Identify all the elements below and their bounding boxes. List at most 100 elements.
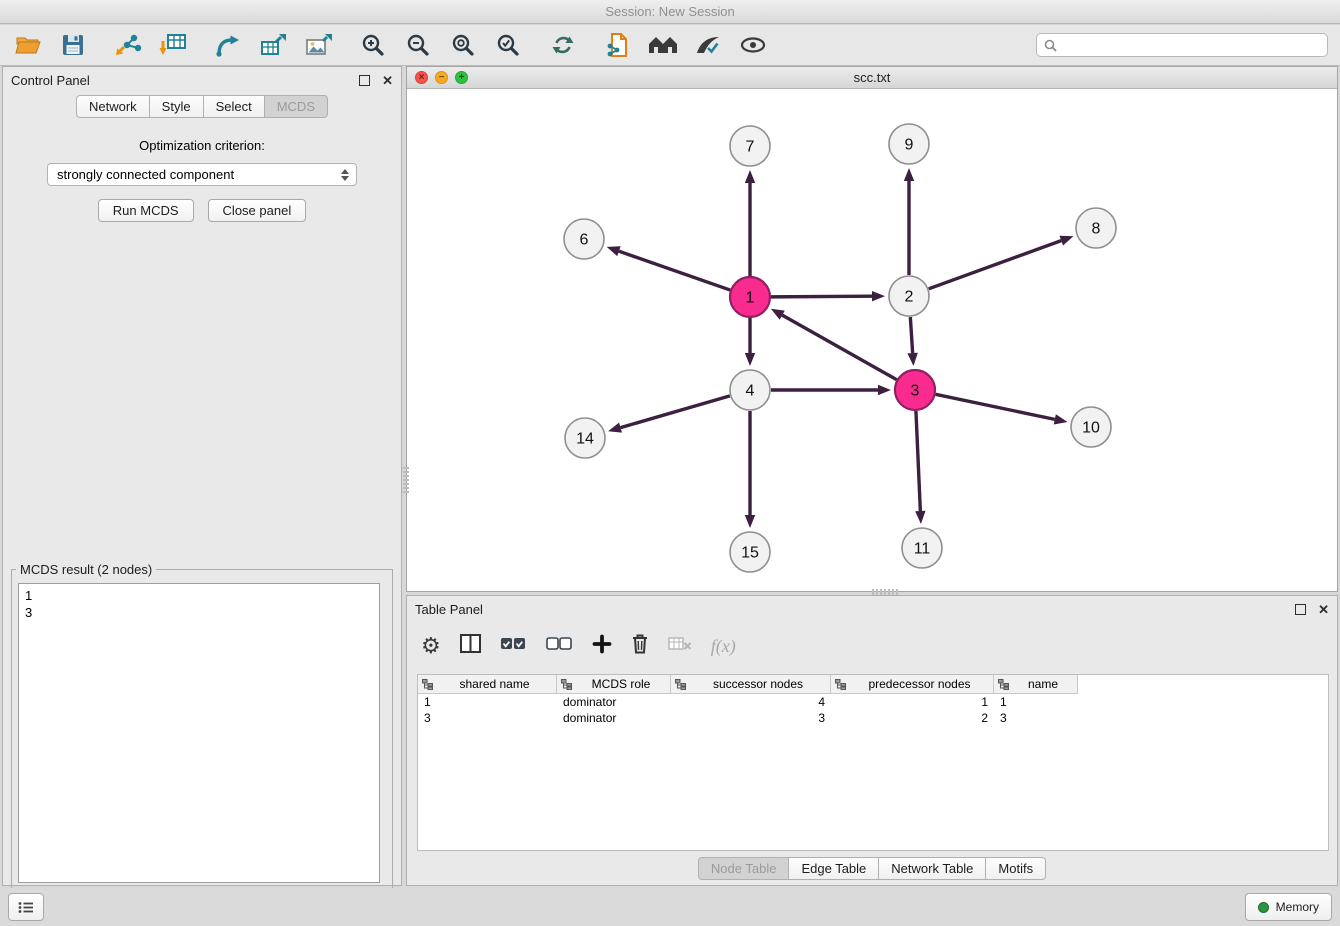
- import-network-button[interactable]: [112, 29, 144, 61]
- close-panel-icon[interactable]: ✕: [1318, 603, 1329, 616]
- control-tab-select[interactable]: Select: [203, 95, 265, 118]
- delete-column-button[interactable]: [631, 633, 649, 659]
- select-all-icon: [500, 637, 527, 651]
- control-panel: Control Panel ✕ NetworkStyleSelectMCDS O…: [2, 66, 402, 886]
- column-header-MCDS-role[interactable]: MCDS role: [557, 675, 671, 694]
- graph-edge[interactable]: [621, 396, 730, 428]
- brush-check-icon: [695, 34, 721, 56]
- search-input[interactable]: [1062, 37, 1320, 53]
- table-header-row: shared name MCDS rolesuccessor nodesprede…: [418, 675, 1328, 694]
- graph-edge-arrow: [745, 170, 755, 183]
- column-header-label: shared name: [437, 677, 552, 691]
- close-window-button[interactable]: ×: [415, 71, 428, 84]
- columns-icon: [460, 634, 481, 653]
- graph-edge[interactable]: [910, 317, 912, 353]
- zoom-out-icon: [406, 33, 430, 57]
- share-document-button[interactable]: [602, 29, 634, 61]
- open-session-button[interactable]: [12, 29, 44, 61]
- table-tabs: Node TableEdge TableNetwork TableMotifs: [407, 857, 1337, 880]
- graph-edge-arrow: [745, 353, 755, 366]
- deselect-all-button[interactable]: [546, 637, 573, 656]
- graph-node-label: 9: [905, 137, 914, 154]
- table-cell: 4: [671, 694, 831, 710]
- control-tab-mcds[interactable]: MCDS: [264, 95, 328, 118]
- table-tab-network-table[interactable]: Network Table: [878, 857, 986, 880]
- close-panel-button[interactable]: Close panel: [208, 199, 307, 222]
- table-tab-motifs[interactable]: Motifs: [985, 857, 1046, 880]
- mcds-result-title: MCDS result (2 nodes): [16, 562, 156, 577]
- table-panel-title: Table Panel: [415, 602, 483, 617]
- graph-edge[interactable]: [936, 394, 1055, 419]
- table-tab-node-table[interactable]: Node Table: [698, 857, 790, 880]
- export-network-button[interactable]: [212, 29, 244, 61]
- show-hide-button[interactable]: [737, 29, 769, 61]
- memory-button[interactable]: Memory: [1245, 893, 1332, 921]
- close-panel-icon[interactable]: ✕: [382, 74, 393, 87]
- main-toolbar: [0, 25, 1340, 66]
- graph-node-label: 14: [576, 431, 594, 448]
- layout-group: [547, 29, 579, 61]
- pane-splitter-handle[interactable]: [403, 467, 409, 495]
- network-canvas[interactable]: 1234678910111415: [407, 89, 1337, 591]
- graph-edge-arrow: [878, 385, 891, 395]
- zoom-selected-button[interactable]: [492, 29, 524, 61]
- table-toolbar: ⚙: [421, 624, 736, 668]
- refresh-layout-button[interactable]: [547, 29, 579, 61]
- share-document-icon: [606, 32, 630, 58]
- float-panel-icon[interactable]: [359, 75, 370, 86]
- search-field[interactable]: [1036, 33, 1328, 57]
- zoom-in-button[interactable]: [357, 29, 389, 61]
- control-tab-style[interactable]: Style: [149, 95, 204, 118]
- zoom-fit-button[interactable]: [447, 29, 479, 61]
- graph-node-label: 2: [905, 289, 914, 306]
- zoom-out-button[interactable]: [402, 29, 434, 61]
- open-folder-icon: [15, 34, 41, 56]
- table-cell: 2: [831, 710, 994, 726]
- column-layout-button[interactable]: [460, 634, 481, 658]
- first-neighbors-button[interactable]: [647, 29, 679, 61]
- list-icon: [18, 901, 34, 914]
- graph-edge-arrow: [1059, 236, 1073, 246]
- select-all-button[interactable]: [500, 637, 527, 656]
- control-tab-network[interactable]: Network: [76, 95, 150, 118]
- search-icon: [1044, 39, 1057, 52]
- graph-edge[interactable]: [771, 296, 872, 297]
- export-group: [212, 29, 334, 61]
- table-row[interactable]: 3dominator323: [418, 710, 1328, 726]
- mcds-result-group: MCDS result (2 nodes) 13: [11, 562, 393, 892]
- column-header-name[interactable]: name: [994, 675, 1078, 694]
- add-column-button[interactable]: [592, 634, 612, 659]
- maximize-window-button[interactable]: +: [455, 71, 468, 84]
- table-cell: 1: [418, 694, 557, 710]
- table-cell: dominator: [557, 694, 671, 710]
- criterion-dropdown[interactable]: strongly connected component: [47, 163, 357, 186]
- save-session-button[interactable]: [57, 29, 89, 61]
- table-cell: 3: [671, 710, 831, 726]
- column-header-predecessor-nodes[interactable]: predecessor nodes: [831, 675, 994, 694]
- graph-edge[interactable]: [916, 411, 920, 511]
- style-check-button[interactable]: [692, 29, 724, 61]
- column-tree-icon: [422, 679, 433, 690]
- column-header-shared-name[interactable]: shared name: [418, 675, 557, 694]
- minimize-window-button[interactable]: −: [435, 71, 448, 84]
- graph-edge[interactable]: [929, 241, 1061, 289]
- graph-edge[interactable]: [782, 315, 896, 380]
- table-settings-button[interactable]: ⚙: [421, 635, 441, 657]
- table-tab-edge-table[interactable]: Edge Table: [788, 857, 879, 880]
- table-row[interactable]: 1dominator411: [418, 694, 1328, 710]
- graph-edge[interactable]: [619, 251, 730, 290]
- import-table-button[interactable]: [157, 29, 189, 61]
- task-history-button[interactable]: [8, 893, 44, 921]
- float-panel-icon[interactable]: [1295, 604, 1306, 615]
- column-header-successor-nodes[interactable]: successor nodes: [671, 675, 831, 694]
- mcds-result-line: 1: [25, 587, 373, 604]
- column-tree-icon: [998, 679, 1009, 690]
- table-panel: Table Panel ✕ ⚙: [406, 595, 1338, 886]
- run-mcds-button[interactable]: Run MCDS: [98, 199, 194, 222]
- table-cell: 3: [994, 710, 1078, 726]
- memory-status-icon: [1258, 902, 1269, 913]
- export-table-button[interactable]: [257, 29, 289, 61]
- export-image-button[interactable]: [302, 29, 334, 61]
- delete-table-button-disabled: [668, 637, 692, 656]
- mcds-result-list[interactable]: 13: [18, 583, 380, 883]
